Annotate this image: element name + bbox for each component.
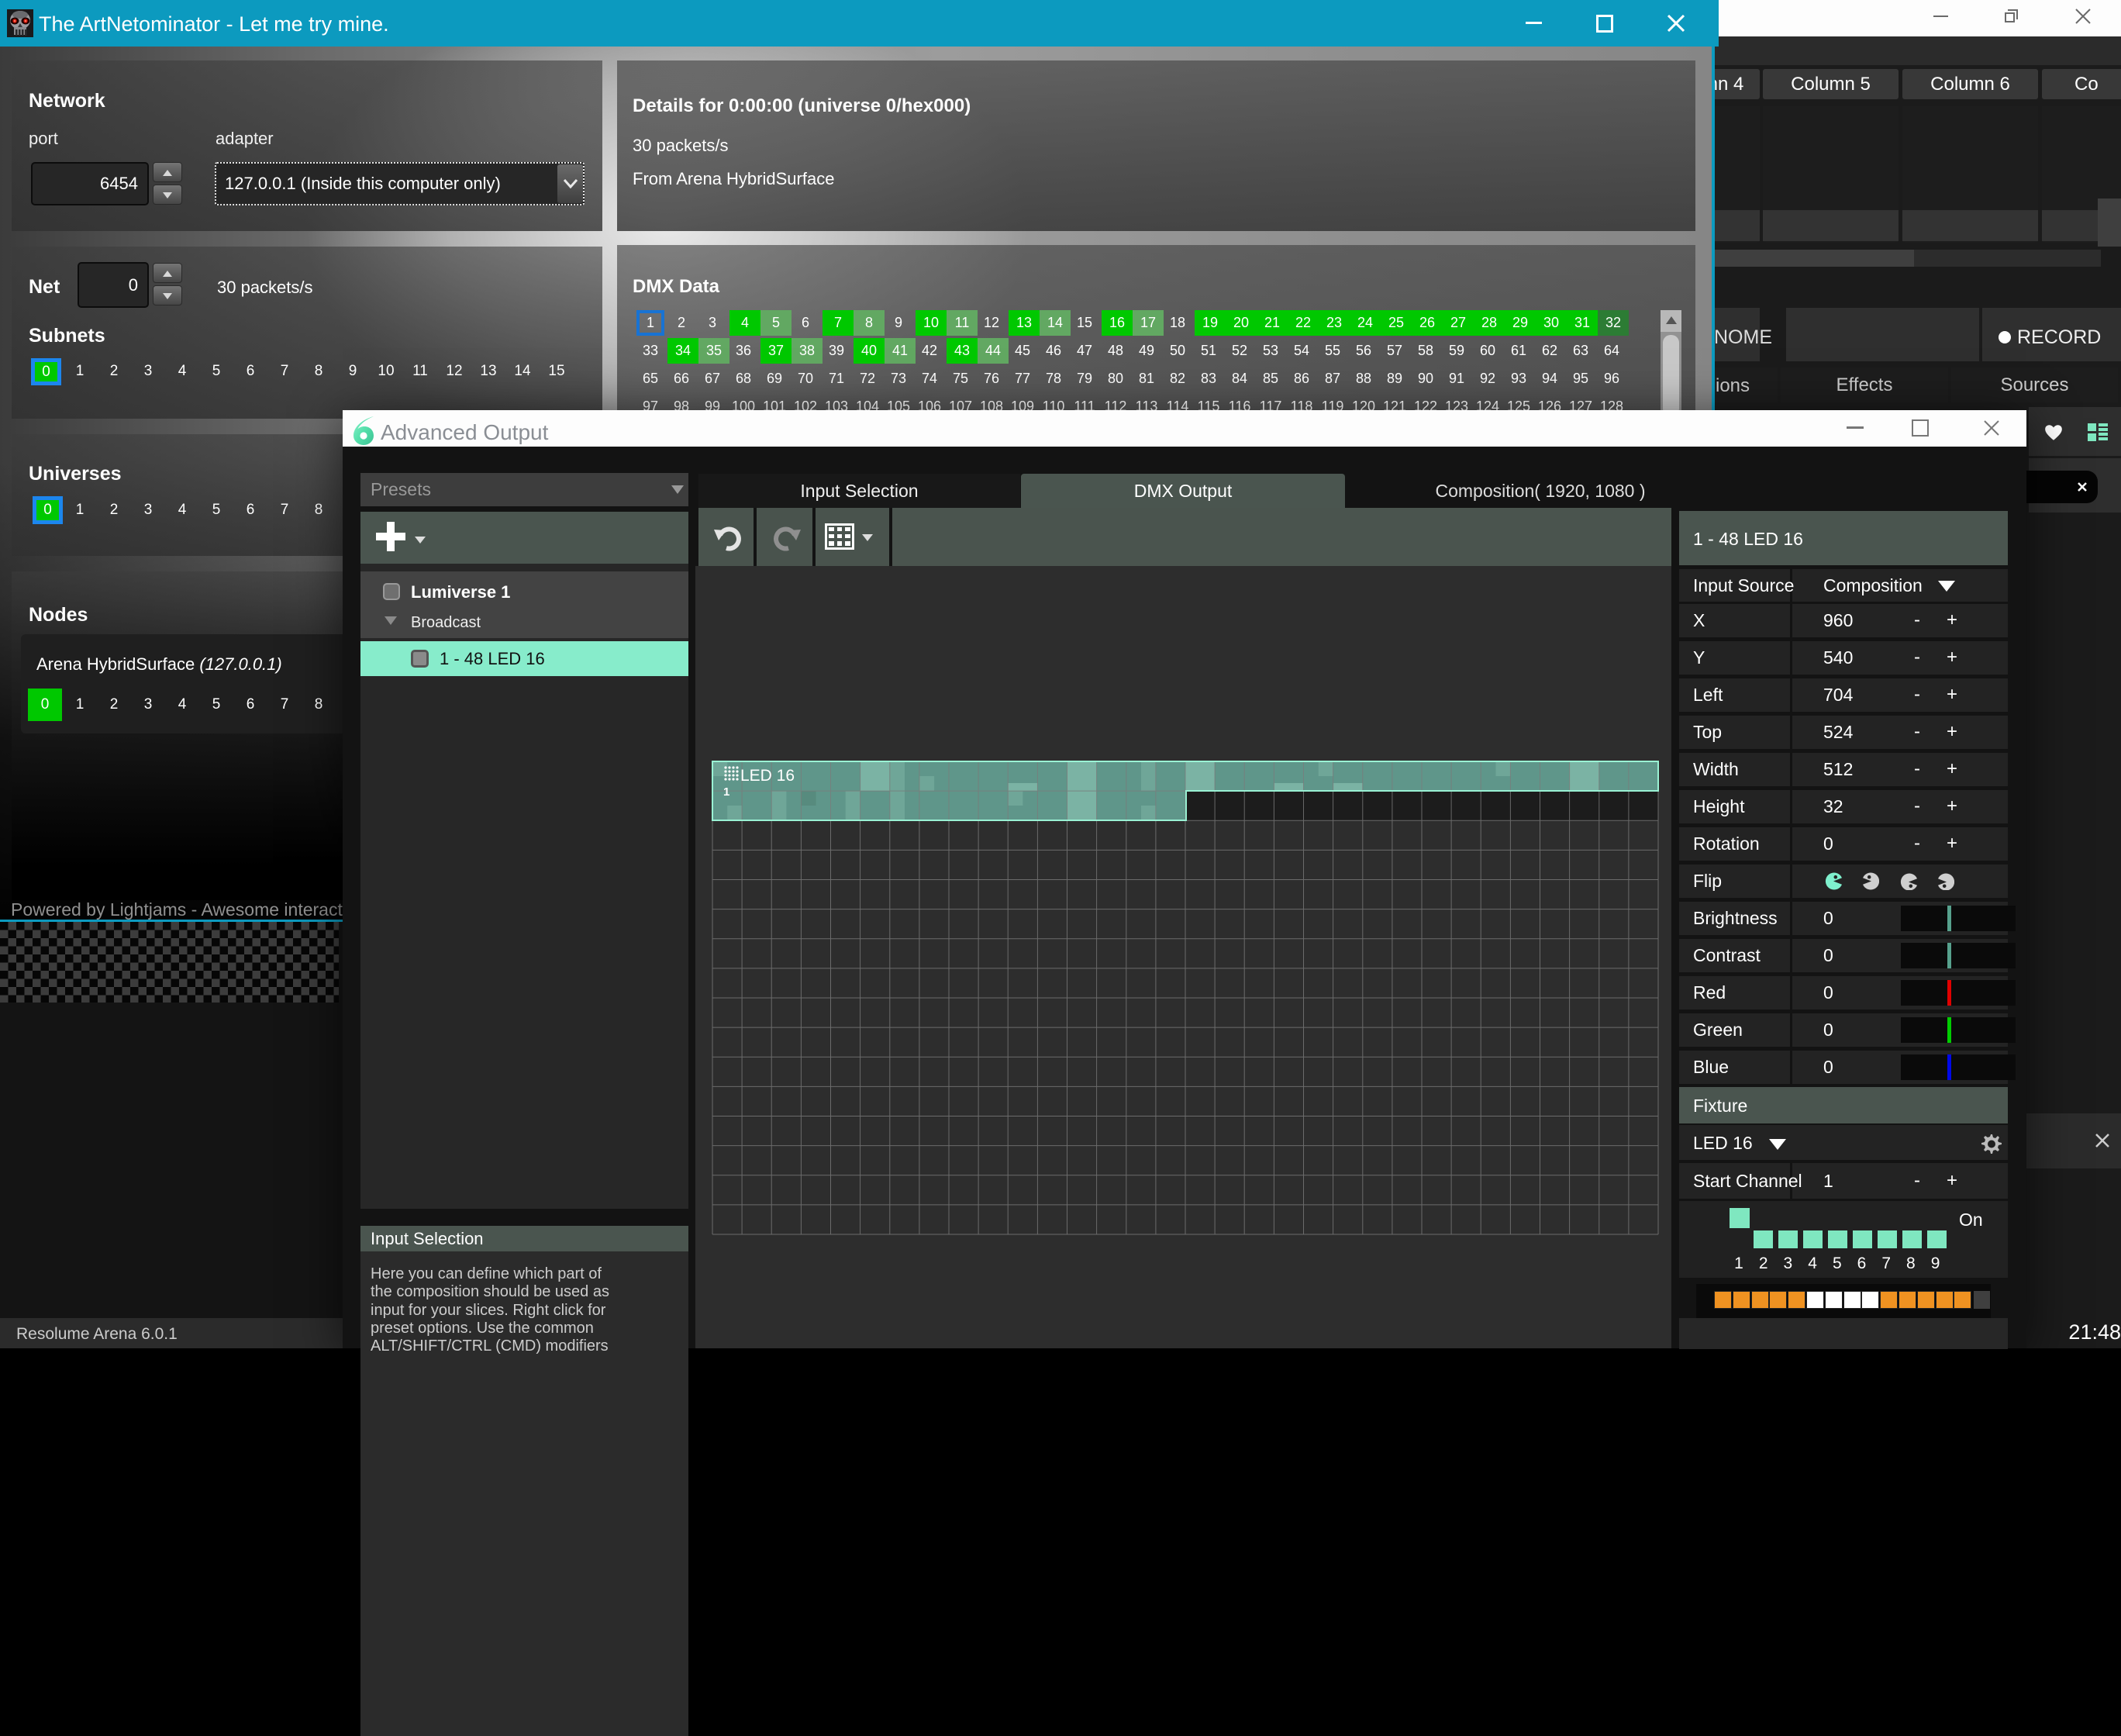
svg-text:1: 1	[723, 785, 729, 799]
svg-text:LED 16: LED 16	[740, 767, 795, 785]
